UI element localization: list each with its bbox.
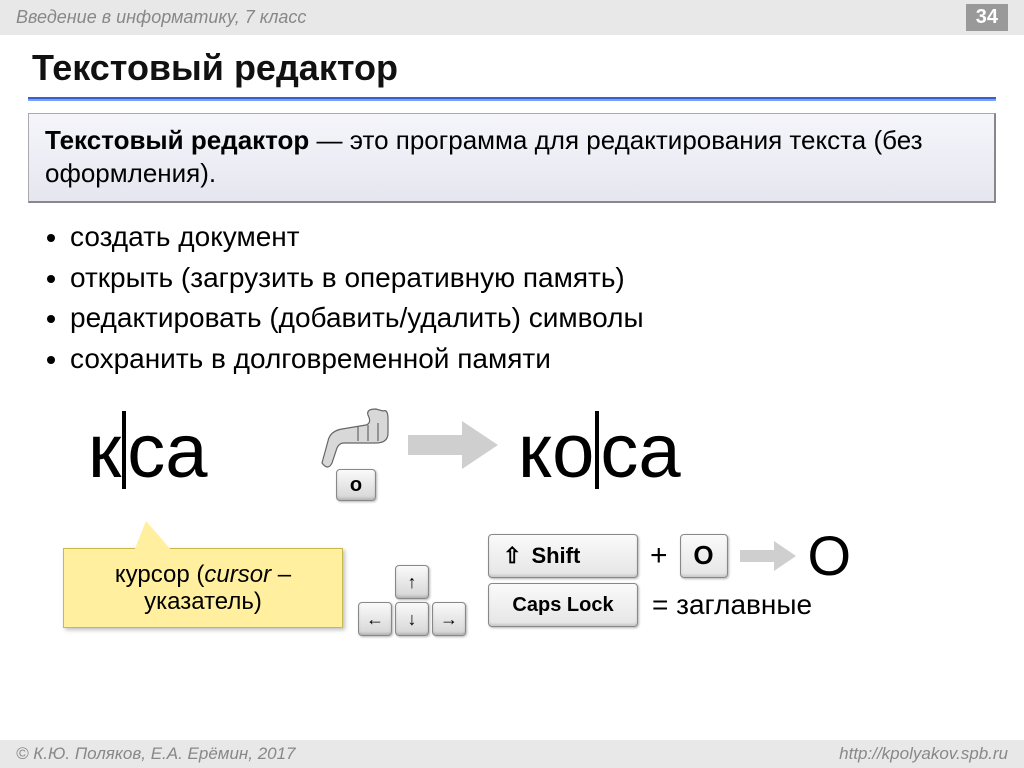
title-underline <box>28 97 996 101</box>
key-o-upper-label: О <box>693 540 713 571</box>
shift-key: ⇧ Shift <box>488 534 638 578</box>
bullet-list: создать документ открыть (загрузить в оп… <box>70 217 984 379</box>
capslock-key: Caps Lock <box>488 583 638 627</box>
word-before-right: са <box>127 408 207 495</box>
callout-text-1: курсор ( <box>115 561 204 588</box>
key-o-upper: О <box>680 534 728 578</box>
cursor-callout: курсор (cursor – указатель) <box>63 548 343 628</box>
course-title: Введение в информатику, 7 класс <box>16 7 306 28</box>
footer-copyright: © К.Ю. Поляков, Е.А. Ерёмин, 2017 <box>16 744 296 764</box>
key-o-label: о <box>350 474 362 497</box>
footer-url: http://kpolyakov.spb.ru <box>839 744 1008 764</box>
word-after-right: са <box>600 408 680 495</box>
capslock-label: Caps Lock <box>512 594 613 617</box>
bullet-item: создать документ <box>70 217 984 258</box>
footer-bar: © К.Ю. Поляков, Е.А. Ерёмин, 2017 http:/… <box>0 740 1024 768</box>
word-before: к са <box>88 399 208 495</box>
shift-label: Shift <box>531 543 580 569</box>
arrow-left-key: ← <box>358 602 392 636</box>
word-before-left: к <box>88 408 121 495</box>
arrow-right-key: → <box>432 602 466 636</box>
demo-area: к са о ко са курсор (cursor – указатель)… <box>28 393 996 668</box>
arrow-right-icon <box>408 421 498 469</box>
pointing-hand-icon <box>288 401 398 471</box>
shift-combo-row: ⇧ Shift + О О <box>488 523 851 588</box>
result-upper-o: О <box>808 523 852 588</box>
plus-sign: + <box>650 539 668 573</box>
arrow-down-key: ↓ <box>395 602 429 636</box>
shift-arrow-icon: ⇧ <box>503 543 521 569</box>
bullet-item: открыть (загрузить в оперативную память) <box>70 258 984 299</box>
arrow-keys-cluster: ↑ ← ↓ → <box>358 565 466 636</box>
bullet-item: сохранить в долговременной памяти <box>70 339 984 380</box>
header-bar: Введение в информатику, 7 класс 34 <box>0 0 1024 35</box>
slide-title: Текстовый редактор <box>0 35 1024 97</box>
text-cursor-icon <box>122 411 126 489</box>
key-o-pressed: о <box>336 469 376 501</box>
callout-italic: cursor <box>204 561 271 588</box>
word-after-left: ко <box>518 408 594 495</box>
text-cursor-icon <box>595 411 599 489</box>
definition-box: Текстовый редактор — это программа для р… <box>28 113 996 203</box>
capslock-row: Caps Lock = заглавные <box>488 583 812 627</box>
capslock-result: = заглавные <box>652 589 812 621</box>
arrow-right-icon <box>740 541 796 571</box>
word-after: ко са <box>518 399 681 495</box>
page-number: 34 <box>966 4 1008 31</box>
bullet-item: редактировать (добавить/удалить) символы <box>70 298 984 339</box>
definition-term: Текстовый редактор <box>45 125 309 155</box>
arrow-up-key: ↑ <box>395 565 429 599</box>
hand-press-illustration: о <box>288 401 398 501</box>
